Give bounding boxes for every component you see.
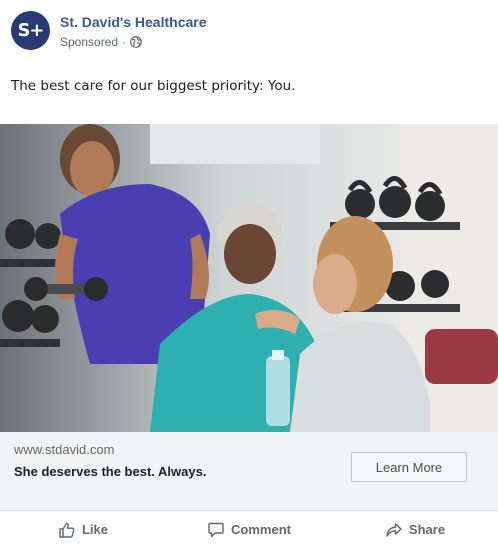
gym-photo bbox=[0, 124, 498, 432]
comment-icon bbox=[208, 522, 224, 537]
post-text: The best care for our biggest priority: … bbox=[11, 78, 296, 94]
ad-headline[interactable]: She deserves the best. Always. bbox=[14, 464, 206, 479]
share-button[interactable]: Share bbox=[332, 512, 498, 547]
globe-icon[interactable] bbox=[130, 36, 142, 48]
like-button[interactable]: Like bbox=[0, 512, 166, 547]
sponsored-row: Sponsored · bbox=[60, 35, 142, 49]
like-label: Like bbox=[81, 522, 108, 537]
page-avatar[interactable]: S+ bbox=[11, 11, 50, 50]
ad-image[interactable] bbox=[0, 124, 498, 432]
avatar-logo-text: S+ bbox=[17, 20, 44, 41]
learn-more-button[interactable]: Learn More bbox=[351, 452, 467, 482]
ad-link-footer[interactable]: www.stdavid.com She deserves the best. A… bbox=[0, 432, 498, 511]
separator-dot: · bbox=[122, 35, 127, 49]
page-name-link[interactable]: St. David's Healthcare bbox=[60, 14, 207, 30]
thumbs-up-icon bbox=[59, 522, 75, 538]
comment-label: Comment bbox=[231, 522, 291, 537]
share-label: Share bbox=[408, 522, 446, 537]
comment-button[interactable]: Comment bbox=[166, 512, 332, 547]
post-header: S+ St. David's Healthcare Sponsored · bbox=[0, 0, 498, 62]
post-actions-bar: Like Comment Share bbox=[0, 512, 498, 547]
ad-url[interactable]: www.stdavid.com bbox=[14, 442, 114, 457]
sponsored-label[interactable]: Sponsored bbox=[60, 35, 118, 49]
share-icon bbox=[386, 522, 402, 537]
